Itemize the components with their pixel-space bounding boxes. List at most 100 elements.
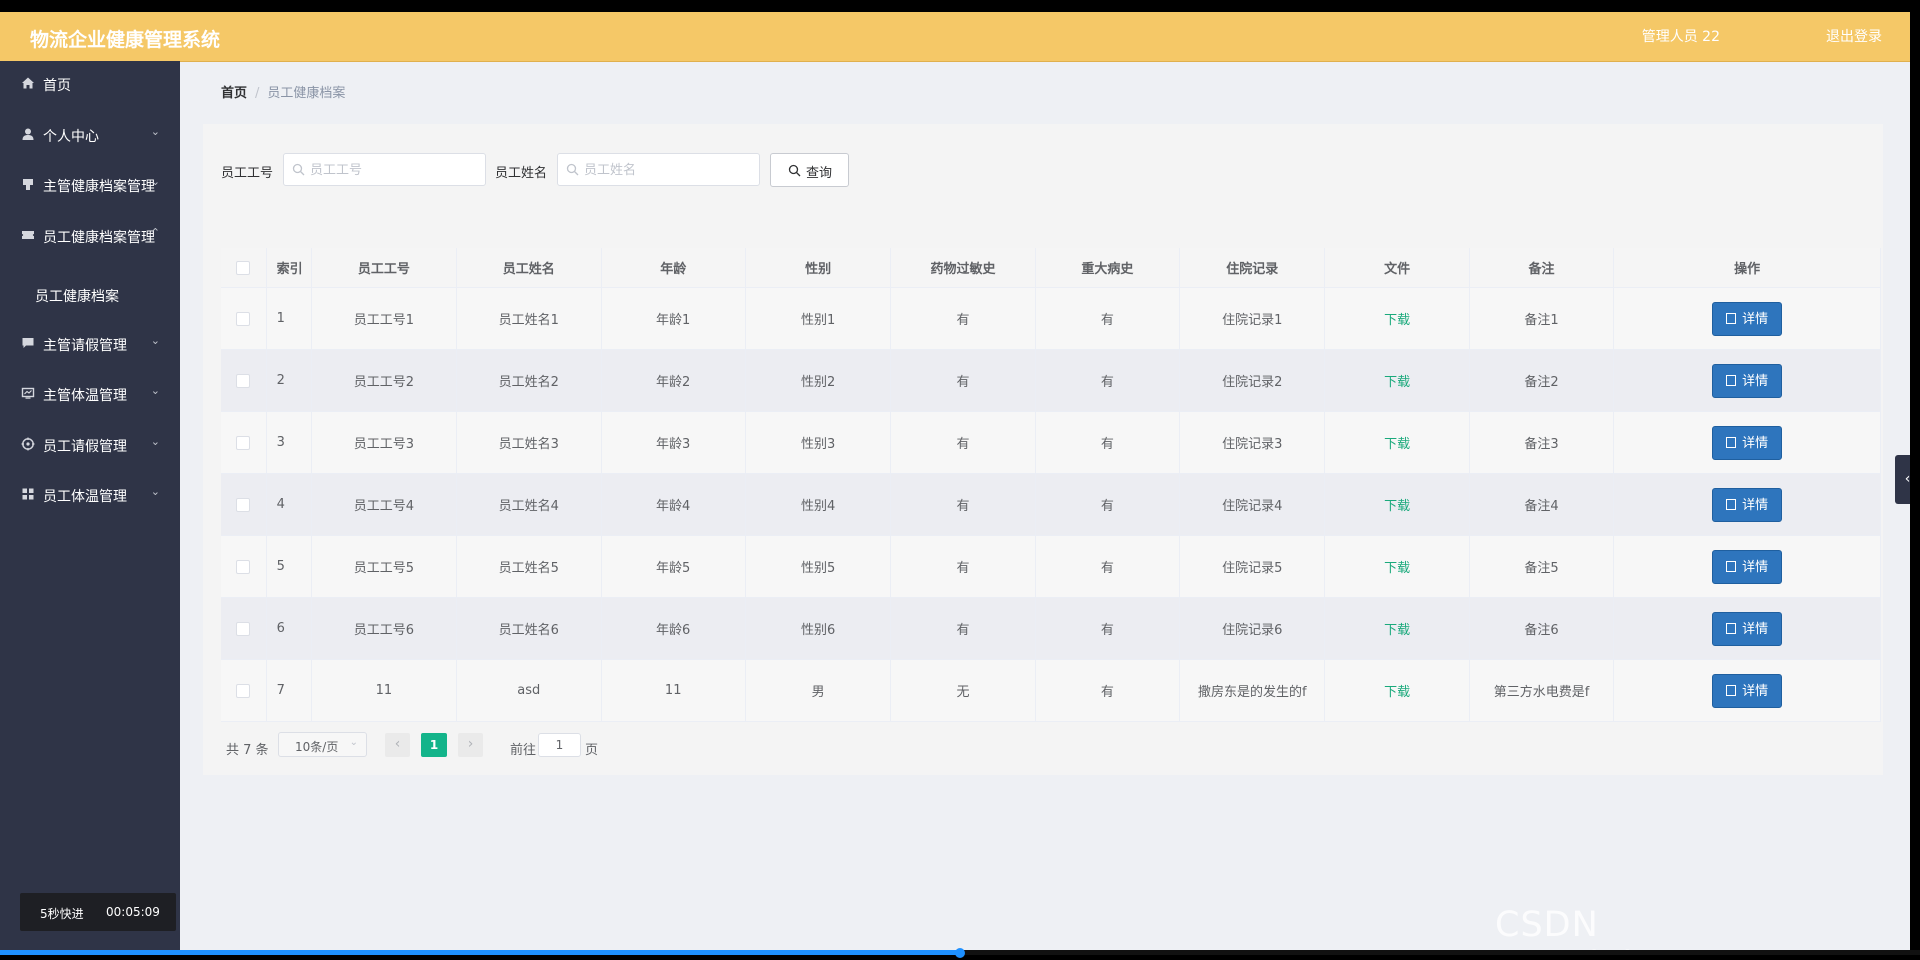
employee-id-input[interactable] xyxy=(308,155,482,186)
video-timer[interactable]: 5秒快进 00:05:09 xyxy=(20,893,176,931)
table-cell: 备注4 xyxy=(1469,473,1615,536)
row-checkbox[interactable] xyxy=(236,373,251,388)
sidebar-item-home[interactable]: 首页 xyxy=(0,61,180,109)
row-checkbox[interactable] xyxy=(236,311,251,326)
timer-label: 5秒快进 xyxy=(40,907,84,921)
sidebar-item-label: 主管健康档案管理 xyxy=(43,179,155,195)
detail-button[interactable]: 详情 xyxy=(1712,487,1783,522)
employee-name-input[interactable] xyxy=(582,155,756,186)
table-cell: 3 xyxy=(266,411,312,474)
next-page-button[interactable]: › xyxy=(458,733,483,757)
detail-button[interactable]: 详情 xyxy=(1712,673,1783,708)
sidebar-item-supervisor-health[interactable]: 主管健康档案管理 ⌄ xyxy=(0,162,180,210)
video-progress-bar[interactable] xyxy=(0,948,1920,958)
table-cell: 备注3 xyxy=(1469,411,1615,474)
download-link[interactable]: 下载 xyxy=(1384,437,1410,452)
download-link[interactable]: 下载 xyxy=(1384,375,1410,390)
detail-button[interactable]: 详情 xyxy=(1712,363,1783,398)
chevron-down-icon: ⌄ xyxy=(150,175,160,188)
table-cell: 住院记录4 xyxy=(1179,473,1326,536)
sidebar-item-label: 员工体温管理 xyxy=(43,489,127,505)
column-header: 员工姓名 xyxy=(456,248,602,288)
search-icon xyxy=(566,163,580,177)
sidebar-subitem-employee-health-archive[interactable]: 员工健康档案 xyxy=(0,275,180,315)
table-cell: 住院记录2 xyxy=(1179,349,1326,412)
table-cell: 下载 xyxy=(1324,349,1470,412)
employee-name-field[interactable] xyxy=(557,153,760,186)
document-icon xyxy=(1726,312,1737,324)
row-select-cell xyxy=(221,287,267,350)
document-icon xyxy=(1726,684,1737,696)
table-cell: 有 xyxy=(890,535,1036,598)
column-header: 重大病史 xyxy=(1035,248,1181,288)
table-cell: 下载 xyxy=(1324,659,1470,722)
file-icon xyxy=(20,177,36,193)
detail-button-label: 详情 xyxy=(1742,435,1769,451)
goto-page-input[interactable] xyxy=(538,733,581,757)
sidebar-item-employee-leave[interactable]: 员工请假管理 ⌄ xyxy=(0,422,180,470)
screen-edge xyxy=(1910,12,1920,950)
table-cell: 2 xyxy=(266,349,312,412)
table-cell: 详情 xyxy=(1613,659,1881,722)
sidebar-item-employee-health[interactable]: 员工健康档案管理 ⌃ xyxy=(0,213,180,261)
download-link[interactable]: 下载 xyxy=(1384,623,1410,638)
table-cell: 年龄6 xyxy=(601,597,746,660)
home-icon xyxy=(20,76,36,92)
detail-button[interactable]: 详情 xyxy=(1712,611,1783,646)
employee-id-field[interactable] xyxy=(283,153,486,186)
row-checkbox[interactable] xyxy=(236,497,251,512)
sidebar-item-supervisor-leave[interactable]: 主管请假管理 ⌄ xyxy=(0,321,180,369)
document-icon xyxy=(1726,622,1737,634)
chevron-up-icon: ⌃ xyxy=(150,226,160,239)
detail-button[interactable]: 详情 xyxy=(1712,425,1783,460)
page-size-select[interactable]: 10条/页 ⌄ xyxy=(278,732,367,757)
watermark: CSDN @nodejava666666 xyxy=(1495,905,1838,950)
download-link[interactable]: 下载 xyxy=(1384,685,1410,700)
select-all-checkbox[interactable] xyxy=(236,260,251,275)
prev-page-button[interactable]: ‹ xyxy=(385,733,410,757)
row-checkbox[interactable] xyxy=(236,559,251,574)
table-cell: 11 xyxy=(601,659,746,722)
table-cell: 男 xyxy=(745,659,892,722)
table-cell: 性别2 xyxy=(745,349,892,412)
download-link[interactable]: 下载 xyxy=(1384,499,1410,514)
table-cell: 员工工号2 xyxy=(311,349,458,412)
page-number-current[interactable]: 1 xyxy=(421,733,447,757)
table-cell: 性别3 xyxy=(745,411,892,474)
table-cell: 下载 xyxy=(1324,535,1470,598)
table-cell: 有 xyxy=(1035,411,1181,474)
breadcrumb-home[interactable]: 首页 xyxy=(221,86,247,101)
detail-button[interactable]: 详情 xyxy=(1712,301,1783,336)
sidebar-item-personal-center[interactable]: 个人中心 ⌄ xyxy=(0,112,180,160)
table-cell: 住院记录6 xyxy=(1179,597,1326,660)
sidebar-item-label: 员工请假管理 xyxy=(43,439,127,455)
sidebar-item-employee-temperature[interactable]: 员工体温管理 ⌄ xyxy=(0,472,180,520)
table-cell: 性别4 xyxy=(745,473,892,536)
row-checkbox[interactable] xyxy=(236,435,251,450)
table-cell: 有 xyxy=(1035,349,1181,412)
query-button[interactable]: 查询 xyxy=(770,153,849,187)
message-icon xyxy=(20,336,36,352)
detail-button[interactable]: 详情 xyxy=(1712,549,1783,584)
row-checkbox[interactable] xyxy=(236,621,251,636)
table-row: 2 员工工号2 员工姓名2 年龄2 性别2 有有住院记录2 下载 备注2 详情 xyxy=(221,349,1881,412)
row-checkbox[interactable] xyxy=(236,683,251,698)
search-icon xyxy=(292,163,306,177)
logout-link[interactable]: 退出登录 xyxy=(1826,26,1882,46)
table-cell: 年龄5 xyxy=(601,535,746,598)
table-cell: 年龄2 xyxy=(601,349,746,412)
video-progress-handle[interactable] xyxy=(955,948,965,958)
table-cell: 撒房东是的发生的f xyxy=(1179,659,1326,722)
download-link[interactable]: 下载 xyxy=(1384,313,1410,328)
sidebar-item-supervisor-temperature[interactable]: 主管体温管理 ⌄ xyxy=(0,371,180,419)
table-cell: 有 xyxy=(890,597,1036,660)
goto-label: 前往 xyxy=(510,743,537,758)
table-cell: 第三方水电费是f xyxy=(1469,659,1615,722)
table-cell: 年龄1 xyxy=(601,287,746,350)
download-link[interactable]: 下载 xyxy=(1384,561,1410,576)
detail-button-label: 详情 xyxy=(1742,311,1769,327)
row-select-cell xyxy=(221,597,267,660)
table-cell: 下载 xyxy=(1324,411,1470,474)
row-select-cell xyxy=(221,349,267,412)
document-icon xyxy=(1726,498,1737,510)
